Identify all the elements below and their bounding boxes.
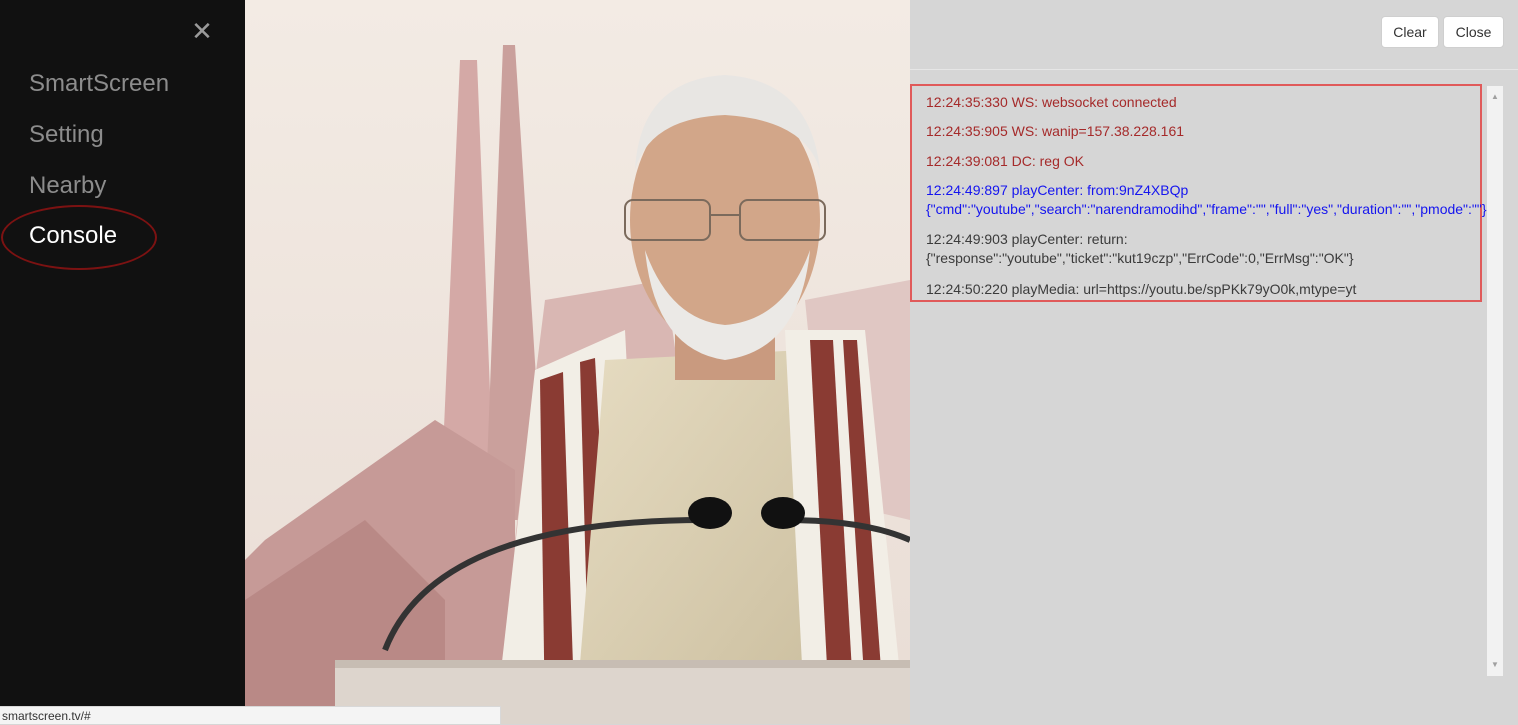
sidebar-item-smartscreen[interactable]: SmartScreen [29,70,169,98]
video-frame-image [245,0,910,724]
log-line-text: 12:24:49:903 playCenter: return: [926,231,1128,247]
log-line: 12:24:49:903 playCenter: return: {"respo… [926,230,1354,268]
log-line-payload: {"cmd":"youtube","search":"narendramodih… [926,201,1487,217]
sidebar-item-nearby[interactable]: Nearby [29,172,106,200]
log-line: 12:24:49:897 playCenter: from:9nZ4XBQp {… [926,181,1487,219]
console-panel: Clear Close 12:24:35:330 WS: websocket c… [910,0,1518,724]
close-icon[interactable]: ✕ [190,18,214,46]
video-player[interactable] [245,0,910,724]
close-button[interactable]: Close [1443,16,1504,48]
scroll-down-arrow-icon[interactable]: ▼ [1487,658,1503,672]
sidebar-menu: ✕ SmartScreen Setting Nearby Console [0,0,245,724]
console-scrollbar[interactable]: ▲ ▼ [1487,86,1503,676]
log-line-payload: {"response":"youtube","ticket":"kut19czp… [926,250,1354,266]
console-log: 12:24:35:330 WS: websocket connected 12:… [910,84,1487,302]
status-bar-url: smartscreen.tv/# [0,706,501,724]
console-toolbar: Clear Close [910,0,1518,70]
log-line: 12:24:35:330 WS: websocket connected [926,94,1177,110]
log-line: 12:24:50:220 playMedia: url=https://yout… [926,281,1357,297]
log-line-text: 12:24:49:897 playCenter: from:9nZ4XBQp [926,182,1189,198]
log-line: 12:24:39:081 DC: reg OK [926,153,1084,169]
clear-button[interactable]: Clear [1381,16,1439,48]
sidebar-item-console[interactable]: Console [29,222,117,250]
log-line: 12:24:35:905 WS: wanip=157.38.228.161 [926,123,1185,139]
scroll-up-arrow-icon[interactable]: ▲ [1487,90,1503,104]
sidebar-item-setting[interactable]: Setting [29,121,104,149]
